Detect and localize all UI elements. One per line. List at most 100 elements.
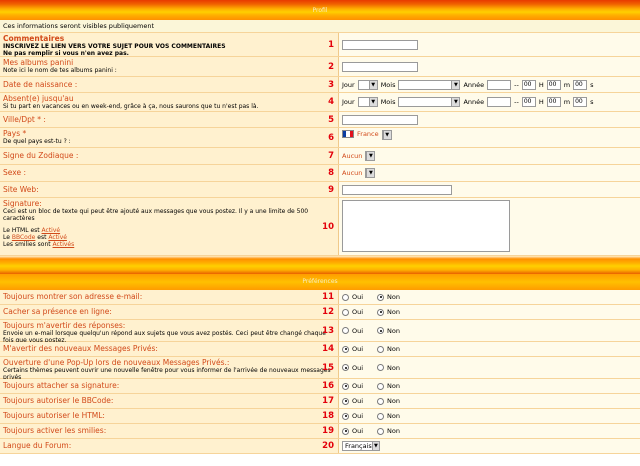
site-input[interactable] (342, 184, 452, 195)
ville-input[interactable] (342, 114, 418, 125)
non-label: Non (387, 345, 401, 353)
pays-select[interactable]: ▼ (381, 130, 392, 140)
pref-row: Toujours activer les smilies: 19 Oui Non (0, 424, 640, 439)
absent-hour-input[interactable]: 00 (521, 97, 536, 107)
row-sexe: Sexe : 8 Aucun ▼ (0, 165, 640, 182)
non-radio[interactable] (377, 308, 385, 316)
oui-radio[interactable] (342, 327, 349, 334)
non-radio[interactable] (377, 397, 385, 405)
pays-label: Pays * (3, 129, 27, 138)
chevron-down-icon: ▼ (382, 131, 391, 139)
row-signature: Signature: Ceci est un bloc de texte qui… (0, 198, 640, 256)
birth-second-input[interactable]: 00 (573, 79, 588, 90)
chevron-down-icon: ▼ (451, 80, 460, 89)
pref-row: Toujours montrer son adresse e-mail: 11 O… (0, 290, 640, 305)
birth-day-select[interactable]: ▼ (357, 79, 378, 90)
non-label: Non (387, 363, 401, 372)
second-label: s (590, 98, 594, 106)
chevron-down-icon: ▼ (371, 442, 379, 450)
html-text: Le HTML est (3, 227, 40, 234)
absent-second-input[interactable]: 00 (573, 97, 588, 107)
birth-month-select[interactable]: ▼ (398, 79, 461, 90)
dash: -- (514, 80, 519, 89)
albums-input[interactable] (342, 61, 418, 72)
non-radio[interactable] (377, 327, 385, 334)
comments-label: Commentaires (3, 34, 65, 43)
hour-label: H (538, 98, 544, 106)
oui-label: Oui (352, 363, 364, 372)
oui-radio[interactable] (342, 397, 349, 405)
oui-radio[interactable] (342, 427, 349, 435)
non-label: Non (387, 382, 401, 390)
oui-radio[interactable] (342, 364, 349, 371)
row-comments: Commentaires INSCRIVEZ LE LIEN VERS VOTR… (0, 33, 640, 57)
field-number: 15 (322, 362, 334, 373)
non-radio[interactable] (377, 412, 385, 420)
birth-minute-input[interactable]: 00 (546, 79, 561, 90)
birth-year-input[interactable] (487, 79, 512, 90)
year-label: Année (463, 98, 485, 106)
row-site: Site Web: 9 (0, 182, 640, 198)
non-radio[interactable] (377, 382, 385, 390)
bb-pre: Le (3, 234, 10, 241)
html-state-link[interactable]: Activé (42, 227, 61, 234)
non-radio[interactable] (377, 293, 385, 301)
non-radio[interactable] (377, 364, 385, 371)
row-zodiac: Signe du Zodiaque : 7 Aucun ▼ (0, 148, 640, 165)
non-label: Non (387, 412, 401, 420)
site-label: Site Web: (3, 185, 39, 194)
preferences-header-title: Préférences (302, 278, 338, 285)
oui-radio[interactable] (342, 412, 349, 420)
non-radio[interactable] (377, 427, 385, 435)
pref-row: Cacher sa présence en ligne: 12 Oui Non (0, 305, 640, 320)
dash: -- (514, 98, 519, 106)
absent-minute-input[interactable]: 00 (546, 97, 561, 107)
preferences-header: Préférences (0, 274, 640, 290)
field-number: 8 (328, 168, 334, 178)
profile-header: Profil (0, 0, 640, 20)
field-number: 5 (328, 114, 334, 125)
row-albums: Mes albums panini Note ici le nom de tes… (0, 57, 640, 77)
field-number: 11 (322, 292, 334, 302)
signature-textarea[interactable] (342, 200, 510, 252)
field-number: 7 (328, 151, 334, 161)
smilies-text: Les smilies sont (3, 241, 51, 248)
zodiac-select[interactable]: ▼ (365, 151, 376, 161)
field-number: 3 (328, 79, 334, 90)
non-radio[interactable] (377, 345, 385, 353)
absent-month-select[interactable]: ▼ (398, 97, 461, 107)
albums-label: Mes albums panini (3, 58, 74, 67)
cell-label: Commentaires INSCRIVEZ LE LIEN VERS VOTR… (0, 33, 339, 57)
birth-hour-input[interactable]: 00 (521, 79, 536, 90)
minute-label: m (563, 80, 571, 89)
sexe-select[interactable]: ▼ (365, 168, 376, 178)
oui-radio[interactable] (342, 308, 349, 316)
oui-label: Oui (352, 308, 364, 316)
oui-label: Oui (352, 382, 364, 390)
oui-radio[interactable] (342, 382, 349, 390)
row-birthdate: Date de naissance : 3 Jour ▼ Mois ▼ Anné… (0, 77, 640, 93)
absent-year-input[interactable] (487, 97, 512, 107)
pref-label: Toujours autoriser le HTML: (3, 411, 105, 420)
comments-input[interactable] (342, 39, 418, 50)
absent-day-select[interactable]: ▼ (357, 97, 378, 107)
france-flag-icon (342, 130, 354, 138)
month-label: Mois (380, 98, 396, 106)
month-label: Mois (380, 80, 396, 89)
pref-label: M'avertir des nouveaux Messages Privés: (3, 344, 158, 353)
signature-label: Signature: (3, 199, 42, 208)
ville-label: Ville/Dpt * : (3, 115, 46, 124)
bbcode-link[interactable]: BBCode (12, 234, 36, 241)
smilies-state-link[interactable]: Activés (53, 241, 75, 248)
second-label: s (590, 80, 594, 89)
field-number: 1 (328, 39, 334, 50)
bbcode-state-link[interactable]: Activé (48, 234, 67, 241)
pref-label: Toujours activer les smilies: (3, 426, 107, 435)
oui-radio[interactable] (342, 293, 349, 301)
field-number: 13 (322, 325, 334, 336)
field-number: 2 (328, 61, 334, 72)
info-text: Ces informations seront visibles publiqu… (0, 20, 640, 33)
lang-select[interactable]: Français ▼ (342, 441, 380, 451)
oui-radio[interactable] (342, 345, 349, 353)
pref-label: Toujours montrer son adresse e-mail: (3, 292, 143, 301)
